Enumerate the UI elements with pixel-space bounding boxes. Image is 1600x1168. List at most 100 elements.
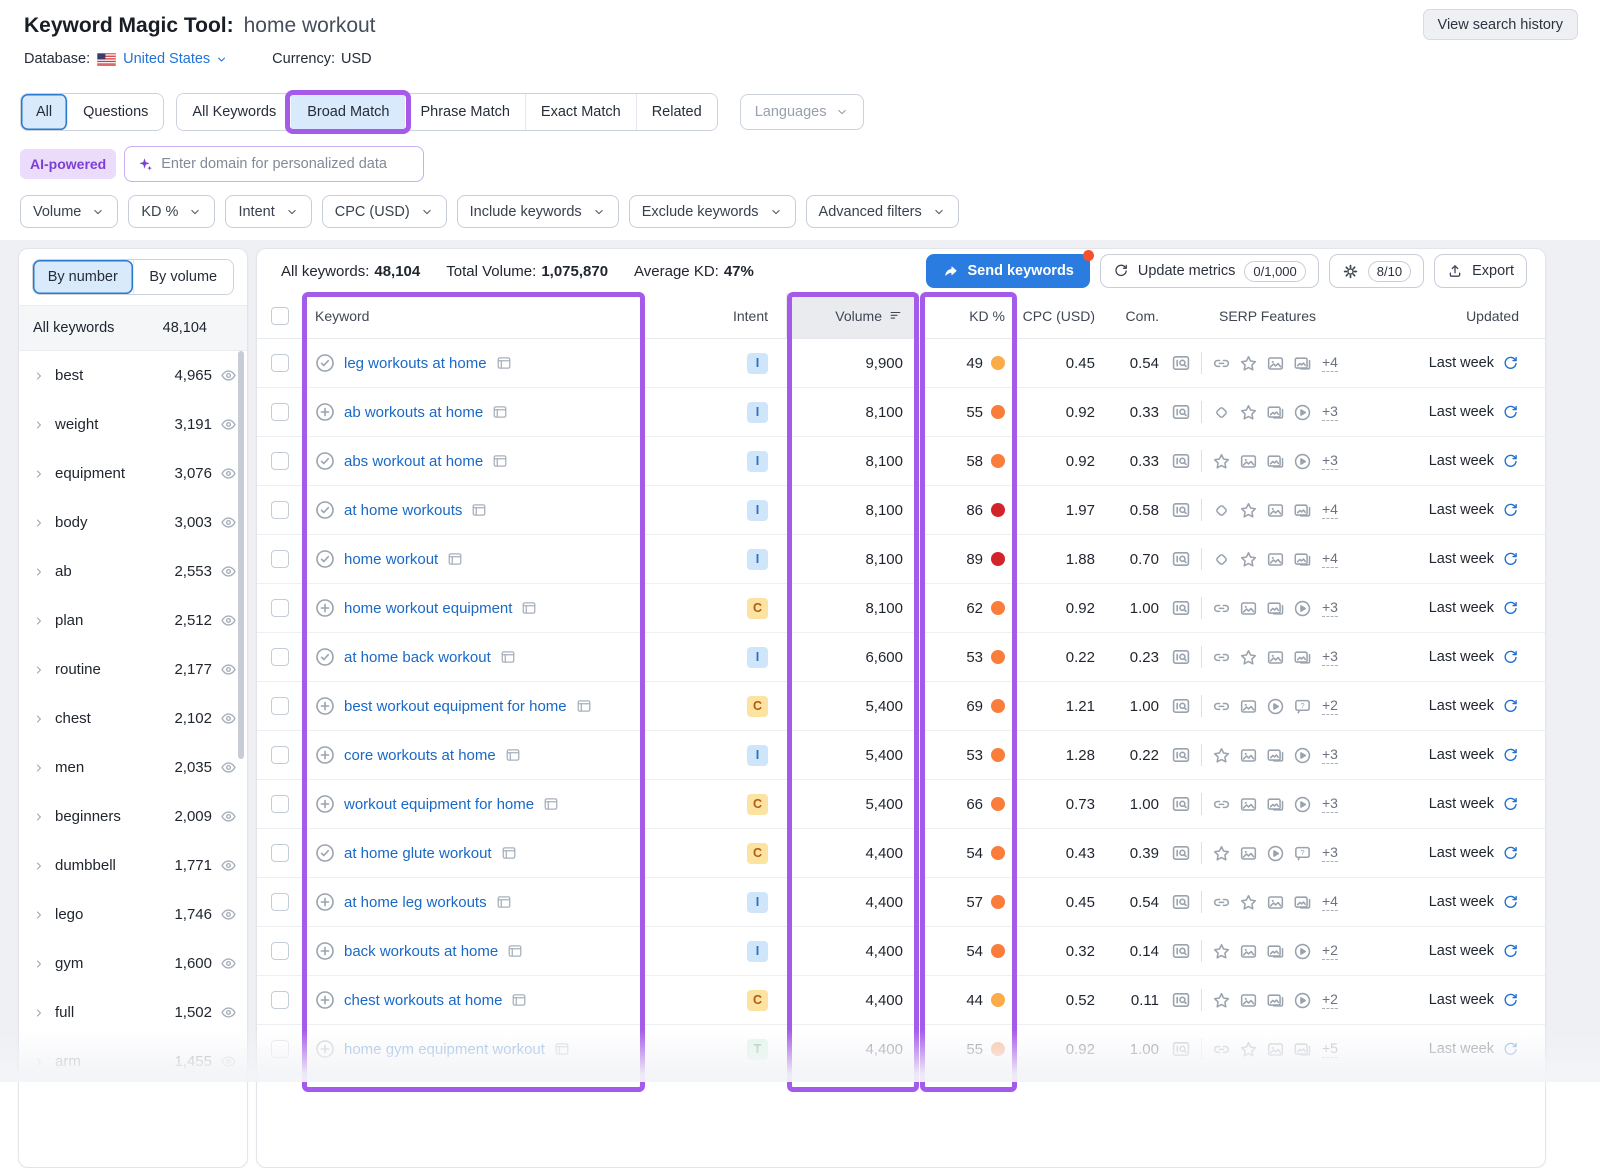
keyword-link[interactable]: best workout equipment for home <box>344 698 567 715</box>
serp-more-count[interactable]: +2 <box>1322 991 1338 1008</box>
chevron-right-icon[interactable] <box>33 615 45 627</box>
serp-page-icon[interactable] <box>554 1041 570 1057</box>
export-button[interactable]: Export <box>1434 254 1527 288</box>
eye-icon[interactable] <box>220 367 237 384</box>
serp-preview-icon[interactable] <box>1171 696 1191 716</box>
row-checkbox[interactable] <box>271 844 289 862</box>
filter-exclude-keywords[interactable]: Exclude keywords <box>629 195 796 228</box>
serp-more-count[interactable]: +4 <box>1322 893 1338 910</box>
add-keyword-plus-icon[interactable] <box>315 892 335 912</box>
in-list-check-icon[interactable] <box>315 549 335 569</box>
add-keyword-plus-icon[interactable] <box>315 794 335 814</box>
row-checkbox[interactable] <box>271 1040 289 1058</box>
chevron-right-icon[interactable] <box>33 370 45 382</box>
refresh-icon[interactable] <box>1502 1041 1519 1058</box>
in-list-check-icon[interactable] <box>315 647 335 667</box>
eye-icon[interactable] <box>220 808 237 825</box>
select-all-checkbox[interactable] <box>271 307 289 325</box>
add-keyword-plus-icon[interactable] <box>315 745 335 765</box>
in-list-check-icon[interactable] <box>315 843 335 863</box>
keyword-link[interactable]: abs workout at home <box>344 453 483 470</box>
eye-icon[interactable] <box>220 416 237 433</box>
languages-dropdown[interactable]: Languages <box>740 94 865 130</box>
refresh-icon[interactable] <box>1502 600 1519 617</box>
eye-icon[interactable] <box>220 710 237 727</box>
keyword-link[interactable]: at home leg workouts <box>344 894 487 911</box>
serp-page-icon[interactable] <box>543 796 559 812</box>
serp-page-icon[interactable] <box>521 600 537 616</box>
serp-preview-icon[interactable] <box>1171 941 1191 961</box>
row-checkbox[interactable] <box>271 452 289 470</box>
eye-icon[interactable] <box>220 1004 237 1021</box>
sidebar-group-arm[interactable]: arm1,455 <box>19 1037 247 1086</box>
add-keyword-plus-icon[interactable] <box>315 696 335 716</box>
tab-all-keywords[interactable]: All Keywords <box>177 94 292 130</box>
filter-volume[interactable]: Volume <box>20 195 118 228</box>
in-list-check-icon[interactable] <box>315 451 335 471</box>
serp-preview-icon[interactable] <box>1171 1039 1191 1059</box>
chevron-right-icon[interactable] <box>33 566 45 578</box>
sidebar-group-men[interactable]: men2,035 <box>19 743 247 792</box>
view-search-history-button[interactable]: View search history <box>1423 9 1578 40</box>
chevron-right-icon[interactable] <box>33 1007 45 1019</box>
row-checkbox[interactable] <box>271 795 289 813</box>
sidebar-group-ab[interactable]: ab2,553 <box>19 547 247 596</box>
sidebar-group-beginners[interactable]: beginners2,009 <box>19 792 247 841</box>
filter-include-keywords[interactable]: Include keywords <box>457 195 619 228</box>
keyword-link[interactable]: home workout equipment <box>344 600 512 617</box>
sidebar-scrollbar[interactable] <box>238 351 244 759</box>
keyword-link[interactable]: home workout <box>344 551 438 568</box>
eye-icon[interactable] <box>220 857 237 874</box>
row-checkbox[interactable] <box>271 550 289 568</box>
tab-exact-match[interactable]: Exact Match <box>526 94 637 130</box>
all-keywords-group[interactable]: All keywords 48,104 <box>19 305 247 351</box>
tab-related[interactable]: Related <box>637 94 717 130</box>
sidebar-group-lego[interactable]: lego1,746 <box>19 890 247 939</box>
refresh-icon[interactable] <box>1502 404 1519 421</box>
chevron-right-icon[interactable] <box>33 762 45 774</box>
refresh-icon[interactable] <box>1502 992 1519 1009</box>
serp-preview-icon[interactable] <box>1171 892 1191 912</box>
row-checkbox[interactable] <box>271 893 289 911</box>
serp-preview-icon[interactable] <box>1171 353 1191 373</box>
serp-preview-icon[interactable] <box>1171 451 1191 471</box>
eye-icon[interactable] <box>220 514 237 531</box>
row-checkbox[interactable] <box>271 354 289 372</box>
eye-icon[interactable] <box>220 955 237 972</box>
chevron-right-icon[interactable] <box>33 811 45 823</box>
tab-phrase-match[interactable]: Phrase Match <box>405 94 525 130</box>
serp-page-icon[interactable] <box>505 747 521 763</box>
row-checkbox[interactable] <box>271 501 289 519</box>
serp-preview-icon[interactable] <box>1171 402 1191 422</box>
eye-icon[interactable] <box>220 612 237 629</box>
sidebar-group-equipment[interactable]: equipment3,076 <box>19 449 247 498</box>
settings-button[interactable]: 8/10 <box>1329 254 1424 288</box>
filter-advanced-filters[interactable]: Advanced filters <box>806 195 959 228</box>
chevron-right-icon[interactable] <box>33 1056 45 1068</box>
filter-intent[interactable]: Intent <box>225 195 311 228</box>
eye-icon[interactable] <box>220 906 237 923</box>
in-list-check-icon[interactable] <box>315 353 335 373</box>
serp-preview-icon[interactable] <box>1171 843 1191 863</box>
chevron-right-icon[interactable] <box>33 517 45 529</box>
refresh-icon[interactable] <box>1502 698 1519 715</box>
column-header-volume[interactable]: Volume <box>786 293 919 338</box>
serp-more-count[interactable]: +3 <box>1322 599 1338 616</box>
column-header-cpc[interactable]: CPC (USD) <box>1017 308 1105 324</box>
chevron-right-icon[interactable] <box>33 909 45 921</box>
row-checkbox[interactable] <box>271 746 289 764</box>
serp-more-count[interactable]: +3 <box>1322 746 1338 763</box>
refresh-icon[interactable] <box>1502 796 1519 813</box>
keyword-link[interactable]: at home back workout <box>344 649 491 666</box>
keyword-link[interactable]: core workouts at home <box>344 747 496 764</box>
serp-more-count[interactable]: +3 <box>1322 844 1338 861</box>
tab-broad-match[interactable]: Broad Match <box>292 94 405 130</box>
serp-page-icon[interactable] <box>471 502 487 518</box>
refresh-icon[interactable] <box>1502 649 1519 666</box>
keyword-link[interactable]: at home workouts <box>344 502 462 519</box>
serp-page-icon[interactable] <box>576 698 592 714</box>
serp-more-count[interactable]: +4 <box>1322 501 1338 518</box>
serp-more-count[interactable]: +4 <box>1322 550 1338 567</box>
add-keyword-plus-icon[interactable] <box>315 598 335 618</box>
keyword-link[interactable]: back workouts at home <box>344 943 498 960</box>
